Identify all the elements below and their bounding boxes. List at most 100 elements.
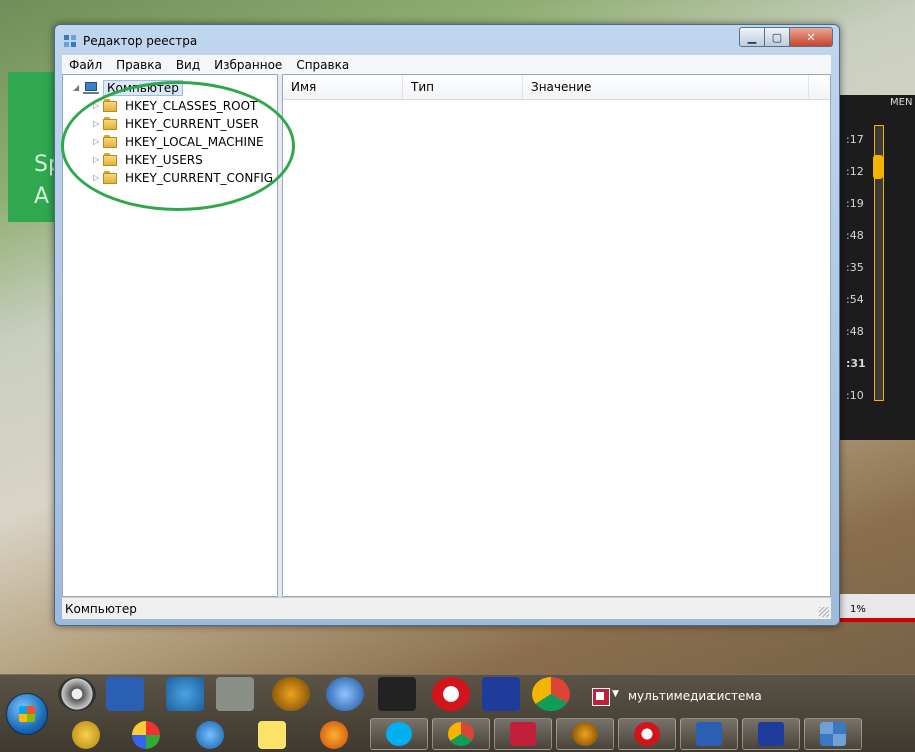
folder-icon bbox=[103, 135, 119, 148]
status-text: Компьютер bbox=[65, 602, 137, 616]
column-header-type[interactable]: Тип bbox=[403, 75, 523, 99]
folder-icon bbox=[103, 99, 119, 112]
aimp-icon[interactable] bbox=[272, 677, 310, 711]
player-time: :19 bbox=[846, 197, 864, 210]
expand-arrow-icon[interactable]: ▷ bbox=[93, 137, 103, 146]
kaspersky-tray-icon[interactable] bbox=[592, 688, 610, 706]
player-time: :48 bbox=[846, 325, 864, 338]
expand-arrow-icon[interactable]: ▷ bbox=[93, 101, 103, 110]
player-time: :54 bbox=[846, 293, 864, 306]
player-menu-label: MEN bbox=[890, 97, 913, 108]
chrome-icon[interactable] bbox=[532, 677, 570, 711]
tree-item-hkey-current-config[interactable]: ▷ HKEY_CURRENT_CONFIG bbox=[93, 169, 273, 186]
taskbar-button-chrome[interactable] bbox=[432, 718, 490, 750]
opera-icon bbox=[634, 722, 660, 746]
save-floppy-icon bbox=[758, 722, 784, 746]
menu-view[interactable]: Вид bbox=[169, 55, 207, 74]
tree-item-label: HKEY_CURRENT_CONFIG bbox=[125, 170, 274, 185]
progress-percent: 1% bbox=[850, 604, 866, 615]
tree-item-hkey-users[interactable]: ▷ HKEY_USERS bbox=[93, 151, 203, 168]
media-disc-icon[interactable] bbox=[58, 677, 96, 711]
calculator-icon[interactable] bbox=[216, 677, 254, 711]
tree-item-hkey-classes-root[interactable]: ▷ HKEY_CLASSES_ROOT bbox=[93, 97, 257, 114]
google-earth-icon[interactable] bbox=[326, 677, 364, 711]
messenger-icon[interactable] bbox=[72, 721, 100, 749]
taskbar-button-opera[interactable] bbox=[618, 718, 676, 750]
start-button[interactable] bbox=[6, 693, 48, 735]
computer-icon bbox=[83, 81, 99, 94]
folder-icon bbox=[103, 153, 119, 166]
tree-item-hkey-current-user[interactable]: ▷ HKEY_CURRENT_USER bbox=[93, 115, 259, 132]
bat-mail-icon[interactable] bbox=[258, 721, 286, 749]
tray-dropdown-icon[interactable]: ▼ bbox=[612, 689, 619, 699]
tree-item-label: HKEY_CLASSES_ROOT bbox=[125, 98, 258, 113]
expand-arrow-icon[interactable]: ▷ bbox=[93, 155, 103, 164]
window-controls: ▁ ▢ ✕ bbox=[739, 27, 833, 47]
collapse-arrow-icon[interactable]: ◢ bbox=[73, 83, 83, 92]
save-floppy-icon[interactable] bbox=[482, 677, 520, 711]
taskbar-button-word[interactable] bbox=[680, 718, 738, 750]
values-list[interactable]: Имя Тип Значение bbox=[282, 74, 831, 597]
player-time: :48 bbox=[846, 229, 864, 242]
windows-logo-icon bbox=[19, 706, 35, 722]
taskbar-button-aimp[interactable] bbox=[556, 718, 614, 750]
column-header-name[interactable]: Имя bbox=[283, 75, 403, 99]
toolbar-label-multimedia[interactable]: мультимедиа bbox=[628, 689, 714, 703]
title-bar[interactable]: Редактор реестра ▁ ▢ ✕ bbox=[55, 25, 839, 55]
resize-grip-icon[interactable] bbox=[819, 607, 829, 617]
player-time: :17 bbox=[846, 133, 864, 146]
registry-editor-icon bbox=[820, 722, 846, 746]
player-time: :35 bbox=[846, 261, 864, 274]
kaspersky-icon bbox=[510, 722, 536, 746]
taskbar-button-floppy[interactable] bbox=[742, 718, 800, 750]
menu-favorites[interactable]: Избранное bbox=[207, 55, 289, 74]
list-header: Имя Тип Значение bbox=[283, 75, 830, 100]
word-icon bbox=[696, 722, 722, 746]
taskbar: ▼ мультимедиа система bbox=[0, 674, 915, 752]
menu-file[interactable]: Файл bbox=[62, 55, 109, 74]
background-progress: 1% bbox=[840, 594, 915, 622]
paint-icon[interactable] bbox=[132, 721, 160, 749]
registry-tree[interactable]: ◢ Компьютер ▷ HKEY_CLASSES_ROOT ▷ HKEY_C… bbox=[62, 74, 278, 597]
tree-item-label: HKEY_LOCAL_MACHINE bbox=[125, 134, 264, 149]
close-button[interactable]: ✕ bbox=[790, 27, 833, 47]
firefox-icon[interactable] bbox=[320, 721, 348, 749]
folder-icon bbox=[103, 171, 119, 184]
player-time: :12 bbox=[846, 165, 864, 178]
progress-bar bbox=[840, 618, 915, 622]
folder-icon bbox=[103, 117, 119, 130]
menu-bar: Файл Правка Вид Избранное Справка bbox=[62, 55, 831, 75]
menu-edit[interactable]: Правка bbox=[109, 55, 169, 74]
tree-item-label: HKEY_CURRENT_USER bbox=[125, 116, 259, 131]
chrome-icon bbox=[448, 722, 474, 746]
taskbar-button-kaspersky[interactable] bbox=[494, 718, 552, 750]
tree-item-label: Компьютер bbox=[103, 79, 183, 96]
internet-explorer-icon[interactable] bbox=[196, 721, 224, 749]
background-media-player: :17 :12 :19 :48 :35 :54 :48 :31 :10 bbox=[838, 95, 915, 440]
expand-arrow-icon[interactable]: ▷ bbox=[93, 119, 103, 128]
column-header-value[interactable]: Значение bbox=[523, 75, 809, 99]
word-icon[interactable] bbox=[106, 677, 144, 711]
player-scroll-thumb bbox=[873, 155, 883, 179]
skype-icon bbox=[386, 722, 412, 746]
minimize-button[interactable]: ▁ bbox=[739, 27, 765, 47]
taskbar-button-registry-editor[interactable] bbox=[804, 718, 862, 750]
expand-arrow-icon[interactable]: ▷ bbox=[93, 173, 103, 182]
tile-text-2: A bbox=[34, 184, 50, 209]
tree-item-hkey-local-machine[interactable]: ▷ HKEY_LOCAL_MACHINE bbox=[93, 133, 264, 150]
registry-editor-window: Редактор реестра ▁ ▢ ✕ Файл Правка Вид И… bbox=[54, 24, 840, 626]
window-title: Редактор реестра bbox=[83, 34, 198, 48]
player-time: :31 bbox=[846, 357, 866, 370]
globe-app-icon[interactable] bbox=[166, 677, 204, 711]
toolbar-label-system[interactable]: система bbox=[710, 689, 762, 703]
maximize-button[interactable]: ▢ bbox=[765, 27, 790, 47]
tree-item-label: HKEY_USERS bbox=[125, 152, 203, 167]
taskbar-button-skype[interactable] bbox=[370, 718, 428, 750]
menu-help[interactable]: Справка bbox=[289, 55, 356, 74]
tree-item-computer[interactable]: ◢ Компьютер bbox=[73, 79, 183, 96]
player-time: :10 bbox=[846, 389, 864, 402]
aimp-icon bbox=[572, 722, 598, 746]
client-area: ◢ Компьютер ▷ HKEY_CLASSES_ROOT ▷ HKEY_C… bbox=[62, 74, 831, 597]
opera-icon[interactable] bbox=[432, 677, 470, 711]
nfs-game-icon[interactable] bbox=[378, 677, 416, 711]
